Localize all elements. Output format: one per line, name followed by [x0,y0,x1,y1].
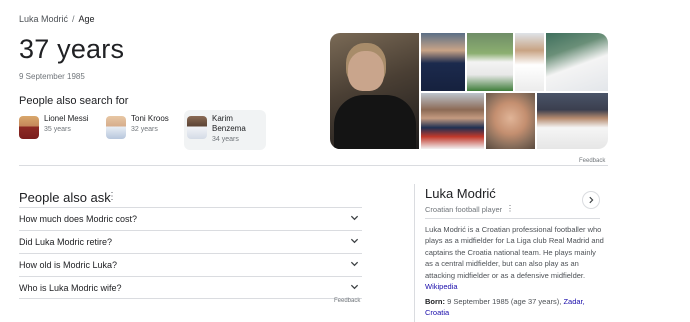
paa-bottom-divider [19,298,362,299]
people-also-ask-title: People also ask [19,190,111,205]
image-gallery[interactable] [330,33,608,149]
photo-closeup[interactable] [486,93,535,149]
related-person-benzema[interactable]: Karim Benzema 34 years [184,110,266,150]
more-options-icon[interactable]: ⋮ [107,192,117,202]
answer-value: 37 years [19,34,125,64]
born-label: Born: [425,297,445,306]
paa-question[interactable]: How old is Modric Luka? [19,253,362,276]
photo-main[interactable] [330,33,419,149]
knowledge-panel-divider [425,218,600,219]
photo-croatia-kit[interactable] [421,33,465,91]
paa-question-text: How much does Modric cost? [19,214,138,224]
born-fact: Born: 9 September 1985 (age 37 years), Z… [425,296,600,319]
chevron-down-icon [350,261,359,267]
avatar [187,116,207,139]
photo-real-madrid-portrait[interactable] [515,33,544,91]
photo-croatia-portrait[interactable] [421,93,484,149]
wikipedia-link[interactable]: Wikipedia [425,282,458,291]
breadcrumb-entity[interactable]: Luka Modrić [19,14,68,24]
knowledge-panel-next-button[interactable] [582,191,600,209]
avatar [19,116,39,139]
gallery-feedback-link[interactable]: Feedback [579,158,605,164]
born-value: 9 September 1985 (age 37 years), [447,297,562,306]
chevron-down-icon [350,238,359,244]
breadcrumb: Luka Modrić / Age [19,14,95,24]
related-person-age: 32 years [131,126,158,133]
knowledge-panel-border [414,184,415,322]
chevron-down-icon [350,215,359,221]
paa-question-text: Did Luka Modric retire? [19,237,113,247]
breadcrumb-separator: / [72,14,75,24]
people-also-search-title: People also search for [19,95,129,107]
photo-real-madrid-action[interactable] [537,93,608,149]
related-person-age: 34 years [212,136,239,143]
breadcrumb-attribute: Age [78,14,95,24]
chevron-down-icon [350,284,359,290]
paa-question[interactable]: How much does Modric cost? [19,207,362,230]
birthplace-link-croatia[interactable]: Croatia [425,308,449,317]
knowledge-panel-subtitle: Croatian football player [425,205,503,214]
photo-real-madrid-pitch[interactable] [467,33,513,91]
birthplace-link-zadar[interactable]: Zadar, [563,297,584,306]
related-person-name: Toni Kroos [131,114,169,123]
related-person-kroos[interactable]: Toni Kroos 32 years [103,110,175,150]
related-person-messi[interactable]: Lionel Messi 35 years [16,110,94,150]
section-divider [19,165,608,166]
related-person-age: 35 years [44,126,71,133]
photo-celebration[interactable] [546,33,608,91]
knowledge-panel-description: Luka Modrić is a Croatian professional f… [425,224,605,292]
paa-question-text: Who is Luka Modric wife? [19,283,122,293]
chevron-right-icon [589,196,594,204]
avatar [106,116,126,139]
paa-question-text: How old is Modric Luka? [19,260,118,270]
paa-question[interactable]: Who is Luka Modric wife? [19,276,362,299]
answer-date: 9 September 1985 [19,72,85,81]
knowledge-panel-title: Luka Modrić [425,186,496,201]
related-person-name: Lionel Messi [44,114,89,123]
related-person-name-line2: Benzema [212,124,246,133]
description-text: Luka Modrić is a Croatian professional f… [425,225,604,280]
paa-question[interactable]: Did Luka Modric retire? [19,230,362,253]
related-person-name-line1: Karim [212,114,233,123]
more-options-icon[interactable]: ⋮ [506,204,514,213]
paa-feedback-link[interactable]: Feedback [334,298,360,304]
